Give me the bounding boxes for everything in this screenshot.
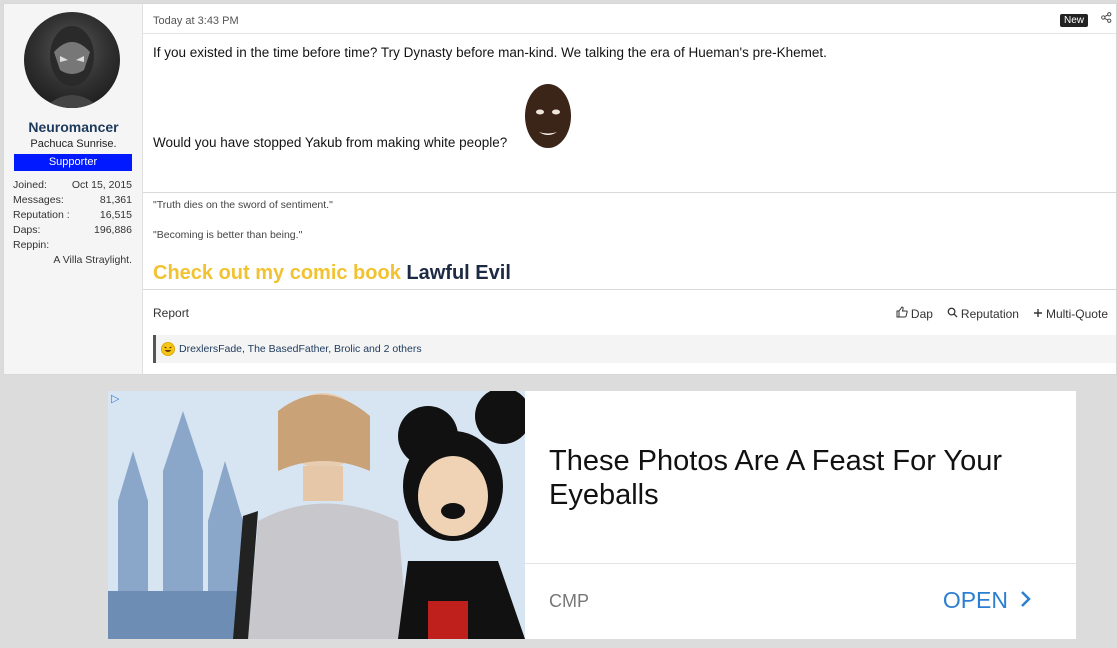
new-badge: New <box>1059 14 1088 27</box>
ad-headline[interactable]: These Photos Are A Feast For Your Eyebal… <box>549 444 1039 512</box>
advertisement[interactable]: ▷ These Photos Are A Feast For Your Eyeb… <box>108 391 1076 639</box>
signature-quote-1: "Truth dies on the sword of sentiment." <box>153 199 333 211</box>
user-avatar[interactable] <box>24 12 120 108</box>
thumbs-up-icon <box>896 306 908 321</box>
chevron-right-icon <box>1020 587 1032 614</box>
stat-reppin: Reppin: <box>13 239 50 251</box>
laugh-emoji-icon <box>161 342 175 356</box>
ad-choices-icon[interactable]: ▷ <box>111 392 119 405</box>
share-icon[interactable] <box>1101 12 1112 26</box>
user-title: Pachuca Sunrise. <box>30 138 117 150</box>
report-link[interactable]: Report <box>153 306 189 320</box>
post-actions: Dap Reputation Multi-Quote <box>896 306 1108 321</box>
post-text-line1: If you existed in the time before time? … <box>153 45 827 60</box>
comic-link[interactable]: Lawful Evil <box>406 262 510 284</box>
user-stats: Joined: Oct 15, 2015 Messages: 81,361 Re… <box>13 178 132 268</box>
stat-messages: Messages: 81,361 <box>13 194 132 206</box>
signature-quote-2: "Becoming is better than being." <box>153 229 303 241</box>
username[interactable]: Neuromancer <box>4 119 143 135</box>
comic-promo-text: Check out my comic book <box>153 262 401 284</box>
meme-face-image <box>523 82 573 150</box>
reactions-bar[interactable]: DrexlersFade, The BasedFather, Brolic an… <box>153 335 1116 363</box>
actions-divider <box>143 289 1116 290</box>
ad-divider <box>525 563 1076 564</box>
user-sidebar: Neuromancer Pachuca Sunrise. Supporter J… <box>4 4 143 374</box>
ad-image[interactable]: ▷ <box>108 391 525 639</box>
post-text-line2: Would you have stopped Yakub from making… <box>153 135 508 150</box>
search-icon <box>947 307 958 321</box>
ad-source: CMP <box>549 591 589 611</box>
forum-post: Neuromancer Pachuca Sunrise. Supporter J… <box>3 3 1117 375</box>
stat-joined: Joined: Oct 15, 2015 <box>13 179 132 191</box>
multi-quote-button[interactable]: Multi-Quote <box>1033 306 1108 321</box>
post-main: Today at 3:43 PM New If you existed in t… <box>143 4 1116 374</box>
signature-divider <box>143 192 1116 193</box>
dap-button[interactable]: Dap <box>896 306 933 321</box>
reputation-button[interactable]: Reputation <box>947 306 1019 321</box>
stat-reputation: Reputation : 16,515 <box>13 209 132 221</box>
stat-daps: Daps: 196,886 <box>13 224 132 236</box>
divider <box>143 33 1116 34</box>
reppin-value: A Villa Straylight. <box>53 254 132 266</box>
post-timestamp[interactable]: Today at 3:43 PM <box>153 15 239 27</box>
signature-comic-promo: Check out my comic book Lawful Evil <box>153 262 511 285</box>
supporter-badge: Supporter <box>14 154 132 171</box>
ad-open-button[interactable]: OPEN <box>943 587 1032 614</box>
reactions-users[interactable]: DrexlersFade, The BasedFather, Brolic an… <box>179 343 422 355</box>
plus-icon <box>1033 307 1043 321</box>
